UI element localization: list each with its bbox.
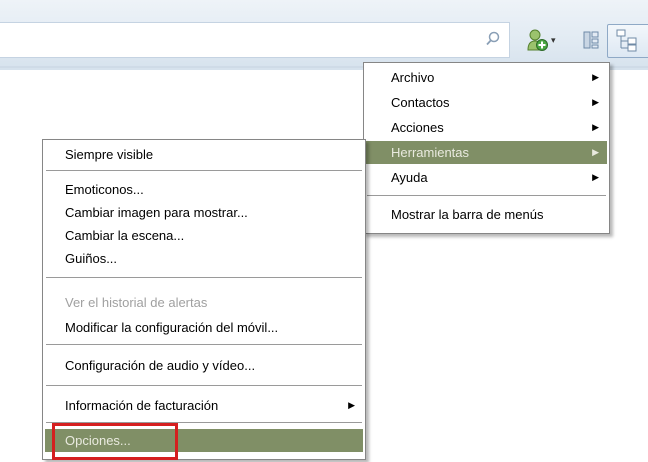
submenu-arrow-icon: ▶ xyxy=(592,122,599,132)
menu-item-acciones[interactable]: Acciones ▶ xyxy=(366,116,607,139)
search-icon[interactable] xyxy=(484,30,502,48)
menu-item-historial-alertas: Ver el historial de alertas xyxy=(45,291,363,314)
menu-item-archivo[interactable]: Archivo ▶ xyxy=(366,66,607,89)
annotation-highlight-box xyxy=(52,423,178,460)
screen: ▾ Archivo ▶ Contactos ▶ Acciones ▶ Herra… xyxy=(0,0,648,462)
menu-item-label: Modificar la configuración del móvil... xyxy=(65,320,279,335)
menu-separator xyxy=(46,385,362,386)
menu-separator xyxy=(46,277,362,278)
tools-submenu: Siempre visible Emoticonos... Cambiar im… xyxy=(42,139,366,460)
main-menu: Archivo ▶ Contactos ▶ Acciones ▶ Herrami… xyxy=(363,62,610,234)
menu-item-label: Emoticonos... xyxy=(65,182,144,197)
menu-separator xyxy=(46,170,362,171)
menu-item-label: Ayuda xyxy=(391,170,428,185)
menu-item-label: Acciones xyxy=(391,120,444,135)
menu-item-label: Mostrar la barra de menús xyxy=(391,207,544,222)
menu-item-label: Información de facturación xyxy=(65,398,219,413)
menu-item-cambiar-escena[interactable]: Cambiar la escena... xyxy=(45,224,363,247)
menu-item-facturacion[interactable]: Información de facturación ▶ xyxy=(45,394,363,417)
submenu-arrow-icon: ▶ xyxy=(348,400,355,410)
menu-item-label: Siempre visible xyxy=(65,147,154,162)
menu-item-label: Configuración de audio y vídeo... xyxy=(65,358,256,373)
add-contact-button[interactable]: ▾ xyxy=(527,26,556,54)
menu-separator xyxy=(367,195,606,196)
show-menu-button[interactable] xyxy=(607,24,648,58)
menu-item-cambiar-imagen[interactable]: Cambiar imagen para mostrar... xyxy=(45,201,363,224)
menu-item-label: Contactos xyxy=(391,95,450,110)
layout-icon xyxy=(583,31,599,49)
submenu-arrow-icon: ▶ xyxy=(592,147,599,157)
menu-item-label: Guiños... xyxy=(65,251,118,266)
submenu-arrow-icon: ▶ xyxy=(592,97,599,107)
layout-button[interactable] xyxy=(582,26,600,54)
menu-item-config-movil[interactable]: Modificar la configuración del móvil... xyxy=(45,316,363,339)
menu-item-herramientas[interactable]: Herramientas ▶ xyxy=(366,141,607,164)
menu-item-label: Herramientas xyxy=(391,145,470,160)
menu-layout-icon xyxy=(616,29,637,52)
menu-separator xyxy=(46,344,362,345)
menu-item-audio-video[interactable]: Configuración de audio y vídeo... xyxy=(45,354,363,377)
menu-item-label: Archivo xyxy=(391,70,435,85)
submenu-arrow-icon: ▶ xyxy=(592,72,599,82)
menu-item-ayuda[interactable]: Ayuda ▶ xyxy=(366,166,607,189)
menu-item-label: Cambiar imagen para mostrar... xyxy=(65,205,248,220)
dropdown-arrow-icon: ▾ xyxy=(551,34,556,45)
submenu-arrow-icon: ▶ xyxy=(592,172,599,182)
menu-item-label: Cambiar la escena... xyxy=(65,228,185,243)
search-input[interactable] xyxy=(0,22,510,58)
menu-item-siempre-visible[interactable]: Siempre visible xyxy=(45,143,363,166)
menu-item-guinos[interactable]: Guiños... xyxy=(45,247,363,270)
menu-item-emoticonos[interactable]: Emoticonos... xyxy=(45,178,363,201)
menu-item-label: Ver el historial de alertas xyxy=(65,295,208,310)
add-contact-icon xyxy=(527,29,548,51)
menu-item-mostrar-barra[interactable]: Mostrar la barra de menús xyxy=(366,203,607,226)
menu-item-contactos[interactable]: Contactos ▶ xyxy=(366,91,607,114)
